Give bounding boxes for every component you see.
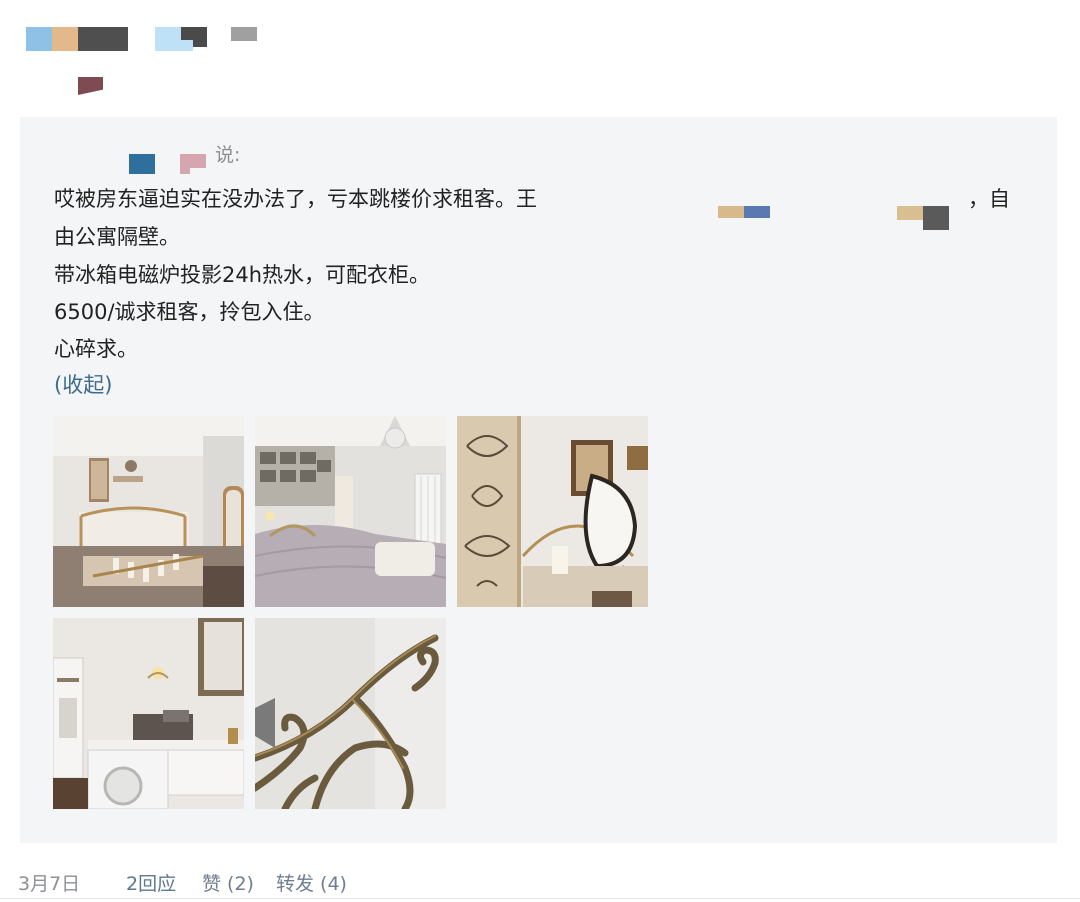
photo-thumbnail-2[interactable]: [255, 416, 446, 607]
replies-link[interactable]: 2回应: [126, 869, 176, 896]
post-text-line-1-tail: ，自: [968, 187, 1010, 211]
photo-thumbnail-3[interactable]: [457, 416, 648, 607]
post-text-line-4: 6500/诚求租客，拎包入住。: [54, 300, 325, 324]
post-date: 3月7日: [18, 873, 81, 895]
photo-thumbnail-1[interactable]: [53, 416, 244, 607]
post-text-line-2: 由公寓隔壁。: [54, 225, 180, 249]
post-text-line-5: 心碎求。: [54, 337, 138, 361]
like-button[interactable]: 赞 (2): [202, 869, 254, 896]
collapse-link[interactable]: (收起): [54, 369, 112, 399]
share-button[interactable]: 转发 (4): [276, 869, 347, 896]
post-text-line-3: 带冰箱电磁炉投影24h热水，可配衣柜。: [54, 263, 431, 287]
photo-thumbnail-4[interactable]: [53, 618, 244, 809]
post-text-line-1: 哎被房东逼迫实在没办法了，亏本跳楼价求租客。王: [54, 187, 537, 211]
divider: [0, 898, 1080, 899]
said-label: 说:: [215, 144, 241, 166]
photo-thumbnail-5[interactable]: [255, 618, 446, 809]
